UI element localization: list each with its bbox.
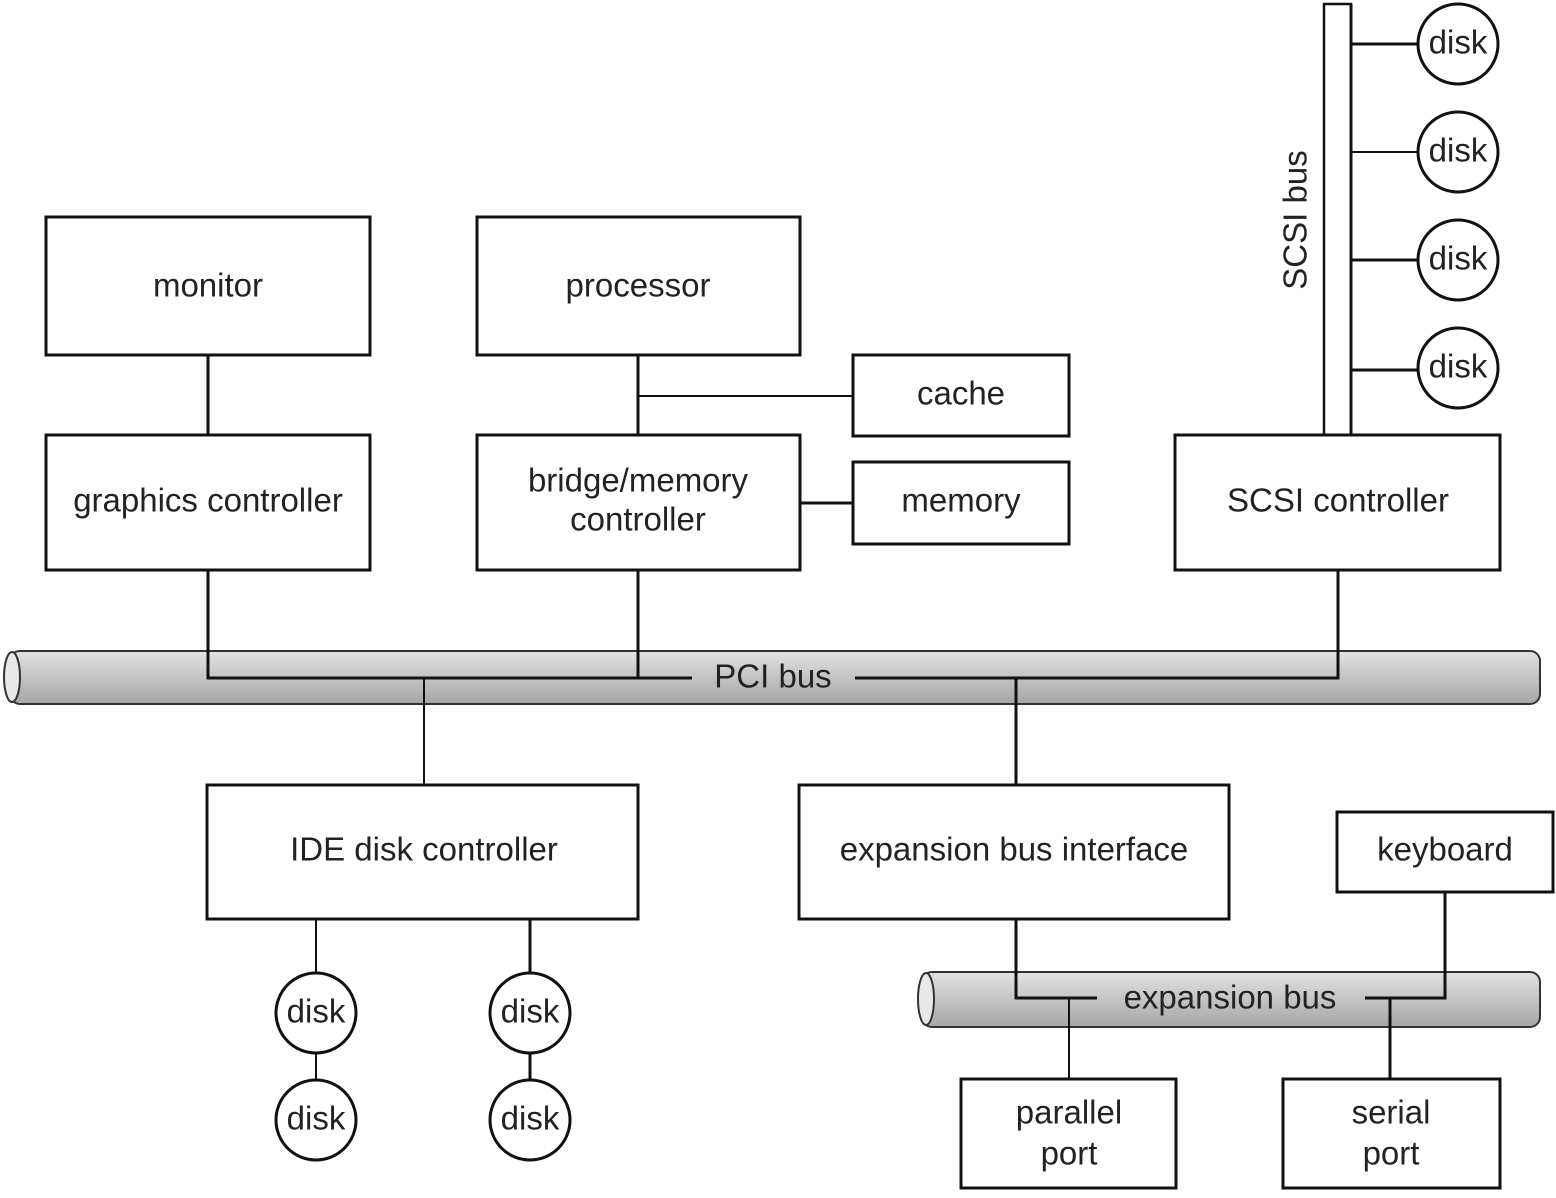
monitor-label: monitor: [153, 267, 263, 304]
scsi-controller-box: SCSI controller: [1173, 433, 1502, 572]
scsi-disk: disk: [1416, 326, 1500, 410]
memory-box: memory: [851, 460, 1071, 546]
expansion-bus-label: expansion bus: [1124, 979, 1337, 1016]
expansion-interface-label: expansion bus interface: [840, 831, 1189, 868]
scsi-disk: disk: [1416, 2, 1500, 86]
bridge-label-line1: bridge/memory: [528, 462, 749, 499]
pci-bus-label: PCI bus: [714, 658, 831, 695]
ide-disk: disk: [274, 971, 358, 1055]
ide-disk: disk: [488, 1078, 572, 1162]
scsi-disk: disk: [1416, 110, 1500, 194]
processor-label: processor: [566, 267, 711, 304]
disk-label: disk: [287, 1100, 346, 1137]
parallel-port-box: parallel port: [959, 1077, 1178, 1190]
memory-label: memory: [901, 482, 1021, 519]
parallel-label-line1: parallel: [1016, 1094, 1122, 1131]
disk-label: disk: [1429, 240, 1488, 277]
bridge-memory-controller-box: bridge/memory controller: [475, 433, 802, 572]
bridge-label-line2: controller: [570, 501, 706, 538]
cache-label: cache: [917, 375, 1005, 412]
scsi-bus-label: SCSI bus: [1277, 150, 1314, 289]
disk-label: disk: [287, 993, 346, 1030]
disk-label: disk: [501, 1100, 560, 1137]
disk-label: disk: [1429, 132, 1488, 169]
keyboard-label: keyboard: [1377, 831, 1513, 868]
processor-box: processor: [475, 215, 802, 357]
keyboard-box: keyboard: [1335, 810, 1555, 894]
ide-disk: disk: [488, 971, 572, 1055]
ide-disk: disk: [274, 1078, 358, 1162]
pc-bus-diagram: PCI bus expansion bus SCSI bus monitor g…: [3, 2, 1555, 1190]
graphics-controller-box: graphics controller: [44, 433, 372, 572]
serial-label-line1: serial: [1352, 1094, 1431, 1131]
disk-label: disk: [1429, 348, 1488, 385]
monitor-box: monitor: [44, 215, 372, 357]
disk-label: disk: [1429, 24, 1488, 61]
scsi-controller-label: SCSI controller: [1227, 482, 1449, 519]
ide-controller-label: IDE disk controller: [290, 831, 558, 868]
serial-label-line2: port: [1363, 1135, 1420, 1172]
graphics-controller-label: graphics controller: [73, 482, 343, 519]
parallel-label-line2: port: [1041, 1135, 1098, 1172]
scsi-disk: disk: [1416, 218, 1500, 302]
disk-label: disk: [501, 993, 560, 1030]
serial-port-box: serial port: [1281, 1077, 1502, 1190]
cache-box: cache: [851, 353, 1071, 438]
expansion-interface-box: expansion bus interface: [797, 783, 1231, 921]
ide-controller-box: IDE disk controller: [205, 783, 640, 921]
scsi-bus: [1322, 2, 1353, 437]
